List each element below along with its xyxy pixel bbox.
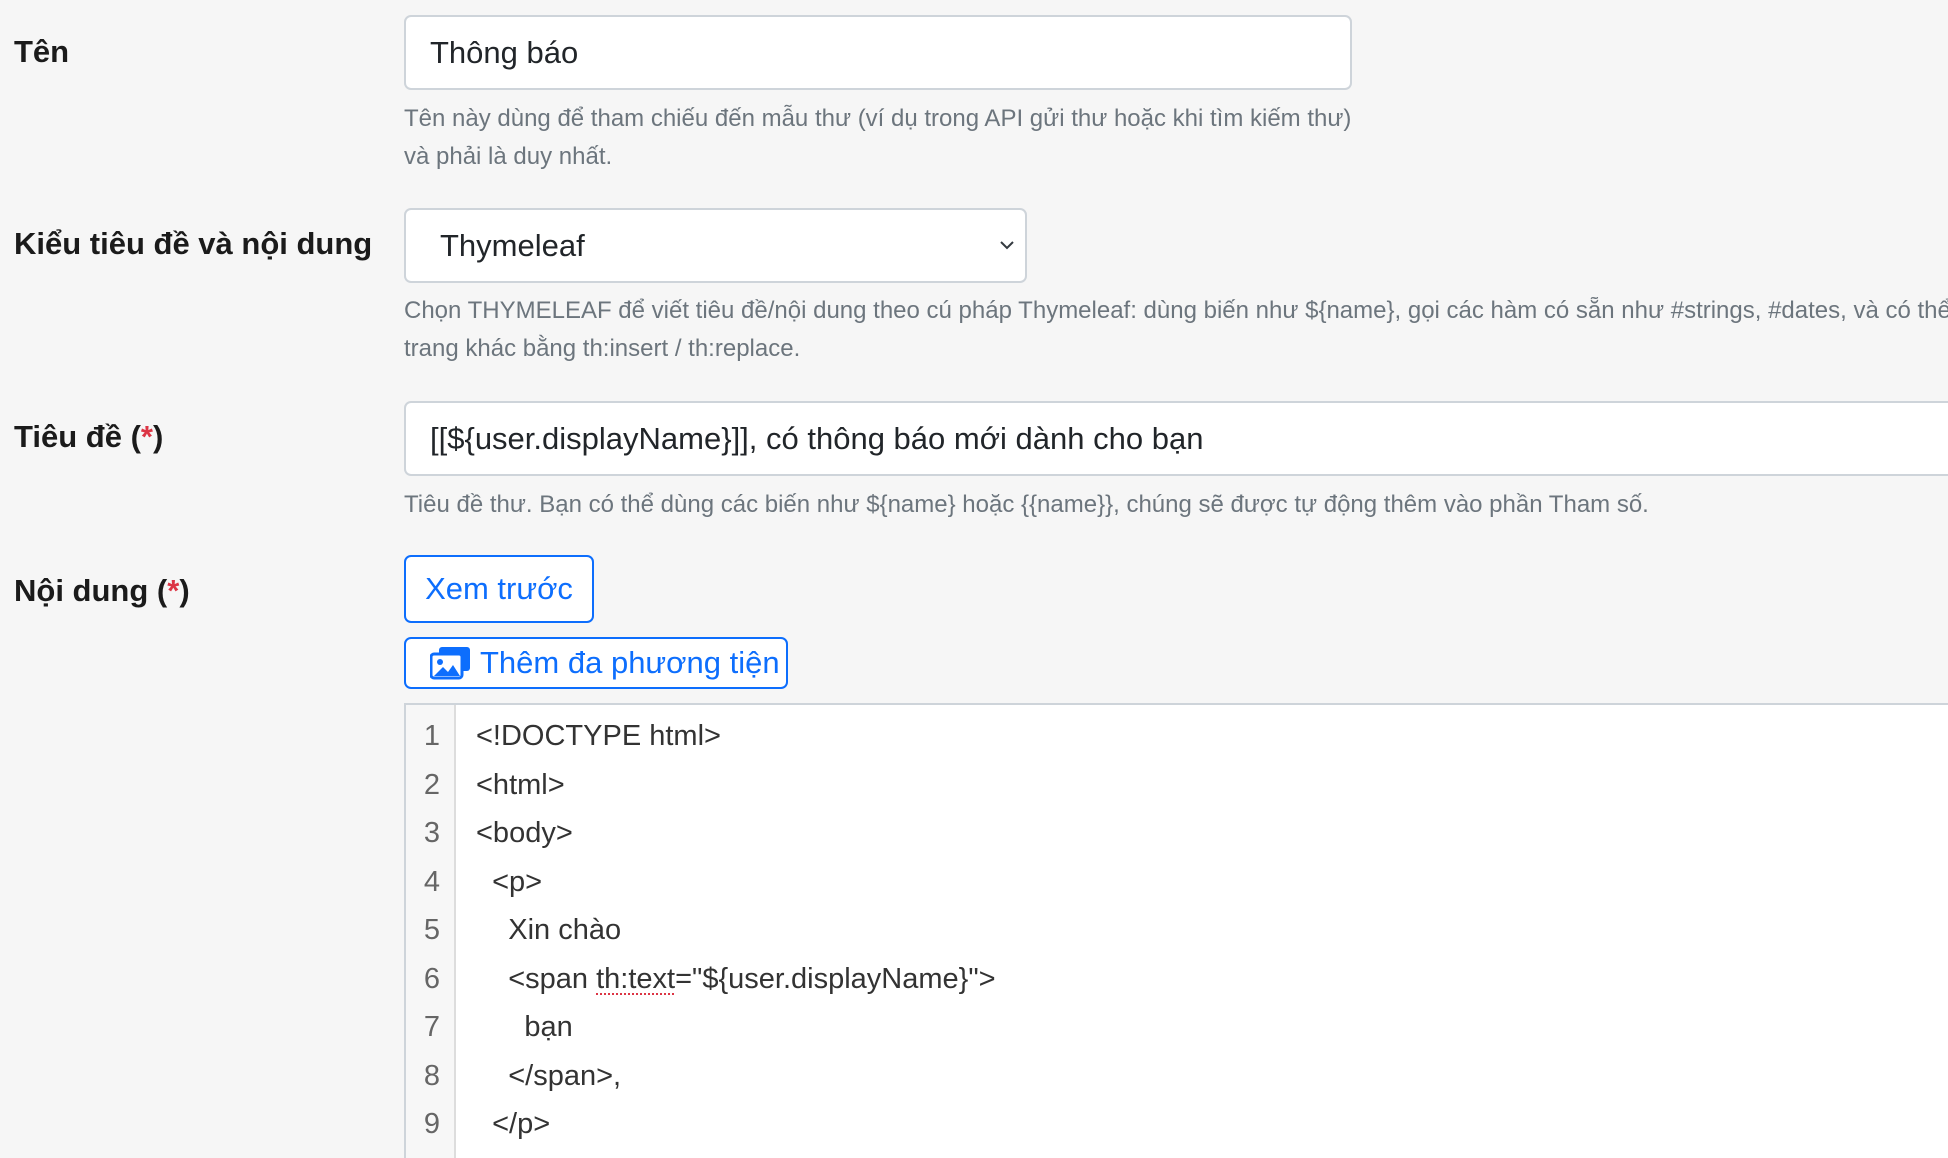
content-type-selected: Thymeleaf — [440, 227, 585, 263]
subject-input-value: [[${user.displayName}]], có thông báo mớ… — [430, 420, 1204, 456]
line-number: 3 — [423, 817, 440, 849]
subject-required-mark: * — [140, 419, 153, 454]
body-label-close: ) — [179, 573, 190, 608]
name-input[interactable]: Thông báo — [404, 15, 1352, 90]
name-label: Tên — [14, 34, 70, 69]
subject-label: Tiêu đề (*) — [14, 419, 163, 455]
preview-button[interactable]: Xem trước — [404, 555, 594, 623]
line-number: 5 — [423, 914, 440, 946]
line-number: 8 — [423, 1059, 440, 1092]
line-number: 4 — [423, 865, 440, 898]
code-line: <p> — [476, 865, 543, 898]
chevron-down-icon — [1000, 241, 1014, 250]
add-media-button[interactable]: Thêm đa phương tiện — [404, 637, 788, 689]
subject-label-text: Tiêu đề ( — [14, 419, 141, 454]
spellcheck-flagged-word: th:text — [596, 962, 676, 995]
code-line: </span>, — [476, 1059, 622, 1092]
code-line: <html> — [476, 768, 565, 801]
name-help-line-1: Tên này dùng để tham chiếu đến mẫu thư (… — [404, 105, 1352, 132]
preview-button-label: Xem trước — [425, 571, 573, 606]
line-number: 1 — [423, 720, 440, 752]
subject-input[interactable]: [[${user.displayName}]], có thông báo mớ… — [404, 401, 1948, 476]
name-input-value: Thông báo — [430, 34, 579, 70]
code-line: <body> — [476, 817, 573, 849]
code-line: <!DOCTYPE html> — [476, 720, 721, 752]
code-editor[interactable]: 1 <!DOCTYPE html> 2 <html> 3 <body> 4 <p> 5 Xin… — [404, 703, 1948, 1158]
line-number: 7 — [423, 1011, 440, 1043]
body-label: Nội dung (*) — [14, 573, 190, 609]
template-form: Tên Thông báo Tên này dùng để tham chiếu… — [0, 0, 1948, 1158]
code-line: Xin chào — [476, 914, 622, 946]
line-number: 6 — [423, 962, 440, 995]
subject-help: Tiêu đề thư. Bạn có thể dùng các biến nh… — [404, 491, 1649, 518]
add-media-button-label: Thêm đa phương tiện — [480, 645, 780, 680]
content-type-help-line-1: Chọn THYMELEAF để viết tiêu đề/nội dung … — [404, 297, 1948, 324]
code-line: <span th:text="${user.displayName}"> — [476, 962, 996, 995]
name-help-line-2: và phải là duy nhất. — [404, 143, 613, 170]
media-images-icon — [430, 647, 470, 680]
line-number: 9 — [423, 1108, 440, 1140]
subject-label-close: ) — [152, 419, 164, 454]
body-required-mark: * — [167, 573, 180, 608]
body-label-text: Nội dung ( — [14, 573, 168, 608]
content-type-help-line-2: trang khác bằng th:insert / th:replace. — [404, 335, 801, 362]
code-line: bạn — [476, 1011, 573, 1043]
content-type-label: Kiểu tiêu đề và nội dung — [14, 226, 373, 261]
content-type-select[interactable]: Thymeleaf — [404, 208, 1027, 283]
code-line: </p> — [476, 1108, 551, 1140]
line-number: 2 — [423, 768, 440, 801]
